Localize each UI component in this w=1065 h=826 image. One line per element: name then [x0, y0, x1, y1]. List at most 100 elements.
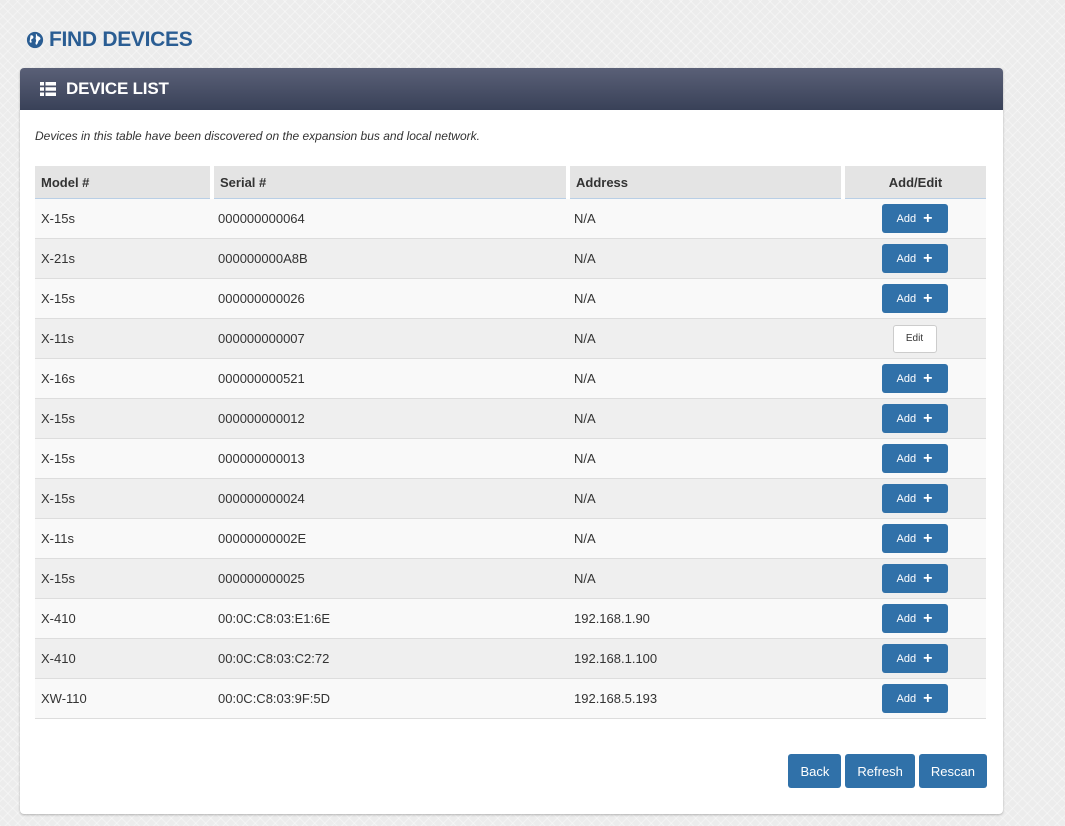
- add-button-label: Add: [896, 372, 917, 385]
- cell-action: Add +: [843, 398, 986, 439]
- cell-serial: 000000000024: [212, 478, 568, 519]
- plus-icon: +: [923, 689, 933, 707]
- plus-icon: +: [923, 569, 933, 587]
- add-button-label: Add: [896, 452, 917, 465]
- table-header-row: Model # Serial # Address Add/Edit: [35, 166, 986, 199]
- cell-address: N/A: [568, 358, 843, 399]
- cell-action: Add +: [843, 598, 986, 639]
- table-body: X-15s 000000000064 N/A Add + X-21s 000000000A8…: [35, 198, 986, 719]
- add-button-label: Add: [896, 292, 917, 305]
- add-device-button[interactable]: Add +: [881, 604, 948, 633]
- cell-address: N/A: [568, 278, 843, 319]
- add-button-label: Add: [896, 252, 917, 265]
- add-device-button[interactable]: Add +: [881, 484, 948, 513]
- cell-serial: 000000000A8B: [212, 238, 568, 279]
- add-button-label: Add: [896, 652, 917, 665]
- cell-serial: 00:0C:C8:03:9F:5D: [212, 678, 568, 719]
- cell-model: X-15s: [35, 398, 212, 439]
- table-row: X-15s 000000000012 N/A Add +: [35, 398, 986, 439]
- table-row: X-11s 00000000002E N/A Add +: [35, 518, 986, 559]
- add-device-button[interactable]: Add +: [881, 644, 948, 673]
- add-device-button[interactable]: Add +: [881, 524, 948, 553]
- cell-action: Add +: [843, 638, 986, 679]
- cell-action: Add +: [843, 198, 986, 239]
- column-header-add-edit: Add/Edit: [843, 166, 986, 199]
- table-row: X-15s 000000000025 N/A Add +: [35, 558, 986, 599]
- plus-icon: +: [923, 649, 933, 667]
- rescan-button[interactable]: Rescan: [918, 754, 987, 788]
- cell-serial: 000000000007: [212, 318, 568, 359]
- cell-serial: 000000000025: [212, 558, 568, 599]
- add-device-button[interactable]: Add +: [881, 564, 948, 593]
- device-list-panel: DEVICE LIST Devices in this table have b…: [20, 68, 1003, 814]
- cell-address: N/A: [568, 318, 843, 359]
- add-device-button[interactable]: Add +: [881, 364, 948, 393]
- edit-device-button[interactable]: Edit: [892, 324, 937, 353]
- add-device-button[interactable]: Add +: [881, 404, 948, 433]
- cell-address: N/A: [568, 558, 843, 599]
- plus-icon: +: [923, 409, 933, 427]
- page-title-text: FIND DEVICES: [49, 28, 193, 51]
- cell-address: N/A: [568, 478, 843, 519]
- table-row: XW-110 00:0C:C8:03:9F:5D 192.168.5.193 Add +: [35, 678, 986, 719]
- cell-address: N/A: [568, 518, 843, 559]
- add-device-button[interactable]: Add +: [881, 684, 948, 713]
- cell-model: X-15s: [35, 198, 212, 239]
- add-device-button[interactable]: Add +: [881, 244, 948, 273]
- cell-action: Add +: [843, 358, 986, 399]
- add-button-label: Add: [896, 532, 917, 545]
- cell-action: Add +: [843, 478, 986, 519]
- table-row: X-15s 000000000013 N/A Add +: [35, 438, 986, 479]
- column-header-model[interactable]: Model #: [35, 166, 214, 199]
- column-header-address[interactable]: Address: [568, 166, 845, 199]
- table-row: X-11s 000000000007 N/A Edit: [35, 318, 986, 359]
- back-button[interactable]: Back: [788, 754, 842, 788]
- table-row: X-15s 000000000064 N/A Add +: [35, 198, 986, 239]
- cell-address: N/A: [568, 398, 843, 439]
- cell-model: X-15s: [35, 278, 212, 319]
- cell-action: Add +: [843, 558, 986, 599]
- plus-icon: +: [923, 369, 933, 387]
- cell-model: X-410: [35, 598, 212, 639]
- add-button-label: Add: [896, 692, 917, 705]
- plus-icon: +: [923, 529, 933, 547]
- add-button-label: Add: [896, 412, 917, 425]
- cell-serial: 000000000013: [212, 438, 568, 479]
- cell-serial: 000000000026: [212, 278, 568, 319]
- cell-serial: 000000000012: [212, 398, 568, 439]
- panel-header: DEVICE LIST: [20, 68, 1003, 110]
- page-title: FIND DEVICES: [26, 28, 193, 52]
- cell-address: N/A: [568, 238, 843, 279]
- list-icon: [40, 82, 56, 96]
- add-button-label: Add: [896, 492, 917, 505]
- cell-address: 192.168.5.193: [568, 678, 843, 719]
- add-button-label: Add: [896, 572, 917, 585]
- table-row: X-16s 000000000521 N/A Add +: [35, 358, 986, 399]
- cell-model: XW-110: [35, 678, 212, 719]
- add-button-label: Add: [896, 212, 917, 225]
- cell-serial: 00000000002E: [212, 518, 568, 559]
- refresh-button[interactable]: Refresh: [845, 754, 915, 788]
- plus-icon: +: [923, 449, 933, 467]
- cell-model: X-11s: [35, 518, 212, 559]
- cell-address: 192.168.1.100: [568, 638, 843, 679]
- globe-icon: [26, 31, 44, 49]
- table-row: X-410 00:0C:C8:03:E1:6E 192.168.1.90 Add +: [35, 598, 986, 639]
- panel-title: DEVICE LIST: [66, 79, 169, 98]
- cell-model: X-16s: [35, 358, 212, 399]
- cell-model: X-15s: [35, 478, 212, 519]
- column-header-serial[interactable]: Serial #: [212, 166, 570, 199]
- footer-buttons: Back Refresh Rescan: [788, 754, 987, 788]
- plus-icon: +: [923, 209, 933, 227]
- add-device-button[interactable]: Add +: [881, 204, 948, 233]
- cell-address: 192.168.1.90: [568, 598, 843, 639]
- cell-model: X-21s: [35, 238, 212, 279]
- add-device-button[interactable]: Add +: [881, 444, 948, 473]
- cell-address: N/A: [568, 198, 843, 239]
- plus-icon: +: [923, 489, 933, 507]
- plus-icon: +: [923, 249, 933, 267]
- cell-action: Add +: [843, 518, 986, 559]
- table-row: X-410 00:0C:C8:03:C2:72 192.168.1.100 Add +: [35, 638, 986, 679]
- add-device-button[interactable]: Add +: [881, 284, 948, 313]
- cell-action: Edit: [843, 318, 986, 359]
